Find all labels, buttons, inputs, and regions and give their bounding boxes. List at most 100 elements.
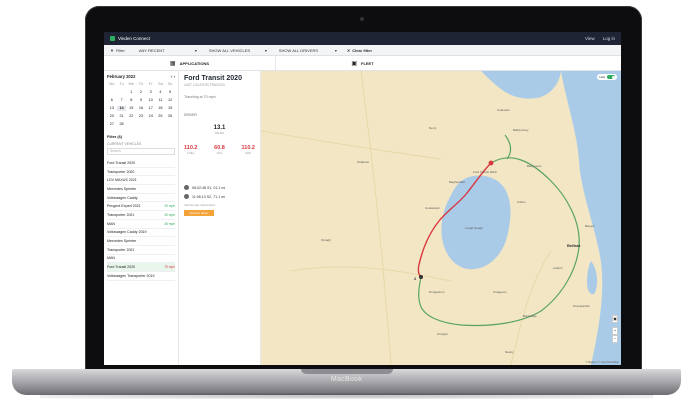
- truck-icon: ▣: [351, 60, 357, 67]
- laptop-stage: Vinden Connect View Log in ▼ Filter ANY …: [0, 0, 693, 403]
- vehicle-status: Traveling at 70 mph: [184, 95, 216, 99]
- select-vehicles[interactable]: SHOW ALL VEHICLES ▾: [207, 47, 269, 53]
- vehicle-list-item[interactable]: Mercedes Sprinter: [107, 237, 175, 246]
- vehicle-list-item[interactable]: Mercedes Sprinter: [107, 185, 175, 194]
- map-label-magherafelt: Magherafelt: [449, 180, 465, 184]
- calendar-day[interactable]: 25: [156, 114, 166, 119]
- map-label-ballymena: Ballymena: [527, 164, 541, 168]
- calendar-day[interactable]: 5: [165, 90, 175, 95]
- stat-avg: 60.8 AVG: [214, 145, 225, 155]
- vehicle-list-item[interactable]: MAN 45 mph: [107, 220, 175, 229]
- calendar-day[interactable]: 13: [107, 106, 117, 111]
- vehicle-list-item[interactable]: Volkswagen Caddy 2019: [107, 229, 175, 238]
- calendar-day[interactable]: 15: [126, 106, 136, 111]
- vehicle-subtitle: LAST LOCATION TRACKED: [184, 83, 225, 87]
- calendar-day[interactable]: 2: [136, 90, 146, 95]
- calendar-day[interactable]: 16: [136, 106, 146, 111]
- layers-button[interactable]: ▣: [612, 315, 618, 323]
- vehicle-list-item[interactable]: LDV MAXUS 2021: [107, 176, 175, 186]
- clear-filter-button[interactable]: ✕ Clear filter: [347, 48, 372, 53]
- calendar-day: [117, 90, 127, 95]
- map-canvas: 2 Ford Transit 2020 Derry Coleraine Ball…: [261, 71, 621, 365]
- vehicle-name: Transporter 2021: [107, 212, 135, 217]
- stat-max: 110.2 MAX: [242, 145, 255, 155]
- zoom-in-button[interactable]: +: [612, 327, 618, 335]
- inlet-area: [587, 261, 598, 295]
- calendar-weekday: Fr: [148, 82, 153, 86]
- send-to-driver-button[interactable]: Send to driver: [184, 210, 214, 216]
- calendar-day[interactable]: 1: [126, 90, 136, 95]
- vehicle-speed: 40 mph: [164, 212, 175, 217]
- toggle-switch-icon: [607, 75, 615, 79]
- waypoint-marker[interactable]: [419, 275, 423, 279]
- tab-applications[interactable]: ▦ APPLICATIONS: [104, 56, 276, 70]
- calendar-day[interactable]: 3: [146, 90, 156, 95]
- calendar-day[interactable]: 19: [165, 106, 175, 111]
- vehicle-list-item[interactable]: Transporter 2020: [107, 168, 175, 177]
- camera-dot: [360, 17, 364, 21]
- vehicle-list-item[interactable]: Ford Transit 2020: [107, 159, 175, 168]
- laptop-base: MacBook: [12, 369, 681, 395]
- trip-time-2: 11:06:13 S2, 71.1 mi: [192, 194, 225, 199]
- vehicle-search-input[interactable]: Search: [107, 148, 175, 155]
- vehicle-list-item[interactable]: Volkswagen Transporter 2019: [107, 272, 175, 281]
- calendar-day[interactable]: 10: [146, 98, 156, 103]
- calendar-day[interactable]: 12: [165, 98, 175, 103]
- chevron-down-icon: ▾: [334, 47, 337, 53]
- calendar-day[interactable]: 24: [146, 114, 156, 119]
- calendar-day: [146, 122, 156, 127]
- calendar-weekday: Mo: [109, 82, 115, 86]
- vehicle-list-item[interactable]: Ford Transit 2020 70 mph: [107, 263, 175, 272]
- vehicle-list-item[interactable]: Peugeot Expert 2021 20 mph: [107, 202, 175, 212]
- map-label-lough-neagh: Lough Neagh: [465, 226, 483, 230]
- app-logo-icon: [110, 36, 115, 41]
- chevron-left-icon[interactable]: ‹: [171, 74, 172, 79]
- vehicle-list-item[interactable]: Transporter 2021 40 mph: [107, 211, 175, 220]
- topbar-link-login[interactable]: Log in: [603, 36, 615, 41]
- select-recent[interactable]: ANY RECENT ▾: [137, 47, 199, 53]
- vehicle-marker[interactable]: [488, 160, 494, 166]
- map-label-dungannon: Dungannon: [429, 290, 445, 294]
- vehicle-list-item[interactable]: Volkswagen Caddy: [107, 194, 175, 203]
- calendar-day[interactable]: 23: [136, 114, 146, 119]
- calendar-day[interactable]: 18: [156, 106, 166, 111]
- vehicle-list-item[interactable]: Transporter 2021: [107, 246, 175, 255]
- calendar-day[interactable]: 8: [126, 98, 136, 103]
- vehicle-name: Mercedes Sprinter: [107, 186, 137, 191]
- topbar-link-view[interactable]: View: [585, 36, 595, 41]
- vehicles-section-label: CURRENT VEHICLES: [107, 142, 142, 146]
- vehicle-stats: 110.2 FUEL 60.8 AVG 110.2 MAX: [184, 145, 255, 155]
- calendar-day[interactable]: 17: [146, 106, 156, 111]
- calendar-day[interactable]: 26: [165, 114, 175, 119]
- vehicle-list-item[interactable]: MAN: [107, 255, 175, 264]
- filters-count[interactable]: Filter (6): [107, 135, 175, 139]
- calendar-day[interactable]: 11: [156, 98, 166, 103]
- zoom-out-button[interactable]: −: [612, 335, 618, 343]
- calendar-day[interactable]: 6: [107, 98, 117, 103]
- map-view[interactable]: 2 Ford Transit 2020 Derry Coleraine Ball…: [261, 71, 621, 365]
- calendar-day[interactable]: 21: [117, 114, 127, 119]
- select-recent-value: ANY RECENT: [138, 47, 165, 53]
- calendar-day: [156, 122, 166, 127]
- vehicle-name: Ford Transit 2020: [107, 160, 136, 165]
- tab-fleet[interactable]: ▣ FLEET: [276, 56, 449, 70]
- filter-button[interactable]: ▼ Filter: [110, 48, 125, 53]
- calendar-day: [165, 122, 175, 127]
- calendar-day[interactable]: 9: [136, 98, 146, 103]
- calendar-weekday: We: [128, 82, 135, 86]
- calendar-day[interactable]: 28: [117, 122, 127, 127]
- calendar-day[interactable]: 22: [126, 114, 136, 119]
- calendar-day[interactable]: 7: [117, 98, 127, 103]
- vehicle-name: Mercedes Sprinter: [107, 239, 137, 244]
- calendar-day[interactable]: 20: [107, 114, 117, 119]
- calendar-day[interactable]: 27: [107, 122, 117, 127]
- live-toggle[interactable]: Live: [597, 74, 617, 80]
- filter-icon: ▼: [110, 47, 114, 53]
- chevron-right-icon[interactable]: ›: [174, 74, 175, 79]
- road-minor: [360, 71, 392, 365]
- select-drivers[interactable]: SHOW ALL DRIVERS ▾: [277, 47, 339, 53]
- calendar-day: [136, 122, 146, 127]
- filter-button-label: Filter: [115, 47, 125, 53]
- calendar-day[interactable]: 4: [156, 90, 166, 95]
- calendar-day[interactable]: 14: [116, 106, 127, 111]
